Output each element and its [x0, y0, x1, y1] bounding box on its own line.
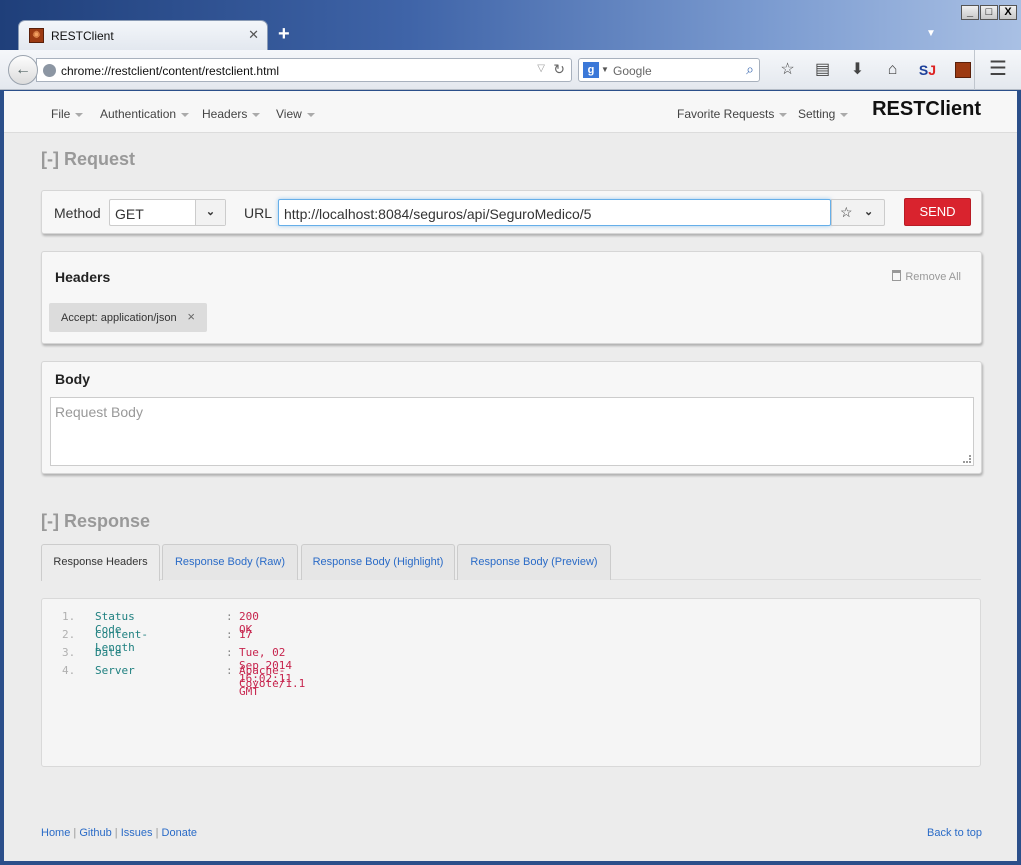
app-brand[interactable]: RESTClient — [872, 98, 981, 121]
tab-response-body-preview[interactable]: Response Body (Preview) — [457, 544, 611, 580]
separator: : — [226, 664, 233, 677]
google-engine-icon[interactable]: g — [583, 62, 599, 78]
chevron-down-icon[interactable]: ⌄ — [195, 200, 225, 225]
header-key: Server — [95, 664, 135, 677]
address-bar[interactable]: chrome://restclient/content/restclient.h… — [36, 58, 572, 82]
bookmark-star-icon[interactable]: ☆ — [770, 59, 805, 81]
menu-file[interactable]: File — [51, 107, 84, 121]
tab-response-body-highlight[interactable]: Response Body (Highlight) — [301, 544, 455, 580]
caret-down-icon — [252, 112, 261, 117]
back-to-top-link[interactable]: Back to top — [927, 827, 982, 839]
close-window-button[interactable]: X — [999, 5, 1017, 20]
app-navbar: File Authentication Headers View Favorit… — [4, 91, 1017, 133]
menu-authentication[interactable]: Authentication — [100, 107, 190, 121]
remove-header-icon[interactable]: × — [187, 309, 195, 324]
request-body-textarea[interactable]: Request Body — [50, 397, 974, 466]
menu-view[interactable]: View — [276, 107, 315, 121]
url-label: URL — [244, 205, 273, 221]
back-button[interactable]: ← — [8, 55, 38, 85]
separator: : — [226, 628, 233, 641]
trash-icon — [892, 270, 902, 281]
tabs-dropdown-icon[interactable]: ▼ — [926, 28, 936, 39]
maximize-button[interactable]: □ — [980, 5, 998, 20]
menu-headers[interactable]: Headers — [202, 107, 261, 121]
globe-icon — [43, 64, 56, 77]
caret-down-icon — [779, 112, 788, 117]
response-section-toggle[interactable]: [-] Response — [41, 511, 150, 532]
footer-link-home[interactable]: Home — [41, 827, 70, 839]
request-section-toggle[interactable]: [-] Request — [41, 149, 135, 170]
search-bar[interactable]: g ▼ Google ⌕ — [578, 58, 760, 82]
method-label: Method — [54, 205, 101, 221]
restclient-page: File Authentication Headers View Favorit… — [4, 91, 1017, 861]
caret-down-icon — [181, 112, 190, 117]
url-value: http://localhost:8084/seguros/api/Seguro… — [284, 206, 592, 222]
chevron-down-icon[interactable]: ⌄ — [864, 205, 873, 218]
tab-response-body-raw[interactable]: Response Body (Raw) — [162, 544, 298, 580]
line-number: 4. — [62, 664, 76, 677]
url-input[interactable]: http://localhost:8084/seguros/api/Seguro… — [278, 199, 831, 226]
restclient-favicon-icon: ✺ — [29, 28, 44, 43]
line-number: 1. — [62, 610, 76, 623]
toolbar-icons: ☆ ▤ ⬇ ⌂ SJ — [770, 59, 980, 81]
body-title: Body — [55, 371, 90, 387]
window-titlebar: ✺ RESTClient ✕ + ▼ _ □ X — [0, 0, 1021, 50]
search-icon[interactable]: ⌕ — [746, 61, 754, 78]
downloads-icon[interactable]: ⬇ — [840, 59, 875, 81]
separator: : — [226, 610, 233, 623]
send-button[interactable]: SEND — [904, 198, 971, 226]
line-number: 3. — [62, 646, 76, 659]
favorite-star-icon[interactable]: ☆ — [840, 204, 853, 221]
headers-panel: Headers Remove All Accept: application/j… — [41, 251, 982, 344]
tab-title: RESTClient — [51, 29, 114, 43]
sj-extension-icon[interactable]: SJ — [910, 59, 945, 81]
hamburger-menu-icon[interactable]: ☰ — [974, 50, 1021, 90]
footer-link-github[interactable]: Github — [79, 827, 111, 839]
resize-grip-icon[interactable] — [963, 455, 971, 463]
body-panel: Body Request Body — [41, 361, 982, 474]
caret-down-icon — [840, 112, 849, 117]
header-value: 17 — [239, 628, 253, 641]
separator: : — [226, 646, 233, 659]
headers-title: Headers — [55, 269, 111, 285]
browser-tab[interactable]: ✺ RESTClient ✕ — [18, 20, 268, 50]
header-value: Apache-Coyote/1.1 — [239, 664, 306, 690]
window-controls: _ □ X — [961, 5, 1017, 20]
minimize-button[interactable]: _ — [961, 5, 979, 20]
method-select[interactable]: GET ⌄ — [109, 199, 226, 226]
caret-down-icon — [75, 112, 84, 117]
menu-favorite-requests[interactable]: Favorite Requests — [677, 107, 788, 121]
remove-all-button[interactable]: Remove All — [892, 270, 961, 283]
history-dropdown-icon[interactable]: ▽ — [537, 63, 545, 74]
browser-navbar: chrome://restclient/content/restclient.h… — [0, 50, 1021, 90]
body-placeholder: Request Body — [55, 404, 143, 420]
home-icon[interactable]: ⌂ — [875, 59, 910, 81]
footer-links: Home | Github | Issues | Donate — [41, 827, 197, 839]
header-tag-label: Accept: application/json — [61, 312, 177, 324]
tab-close-icon[interactable]: ✕ — [248, 27, 259, 43]
url-addon: ☆ ⌄ — [831, 199, 885, 226]
response-tabs: Response Headers Response Body (Raw) Res… — [41, 544, 981, 581]
address-text: chrome://restclient/content/restclient.h… — [61, 64, 280, 78]
caret-down-icon — [306, 112, 315, 117]
new-tab-button[interactable]: + — [278, 24, 290, 44]
tab-response-headers[interactable]: Response Headers — [41, 544, 160, 581]
method-value: GET — [115, 206, 144, 222]
header-key: Date — [95, 646, 122, 659]
request-panel: Method GET ⌄ URL http://localhost:8084/s… — [41, 190, 982, 234]
response-headers-box: 1. Status Code : 200 OK 2. Content-Lengt… — [41, 598, 981, 767]
search-placeholder: Google — [613, 64, 652, 78]
menu-setting[interactable]: Setting — [798, 107, 849, 121]
engine-dropdown-icon[interactable]: ▼ — [601, 65, 609, 74]
line-number: 2. — [62, 628, 76, 641]
footer-link-issues[interactable]: Issues — [121, 827, 153, 839]
reload-icon[interactable]: ↻ — [553, 61, 565, 78]
header-tag[interactable]: Accept: application/json × — [49, 303, 207, 332]
footer-link-donate[interactable]: Donate — [162, 827, 197, 839]
bookmarks-list-icon[interactable]: ▤ — [805, 59, 840, 81]
